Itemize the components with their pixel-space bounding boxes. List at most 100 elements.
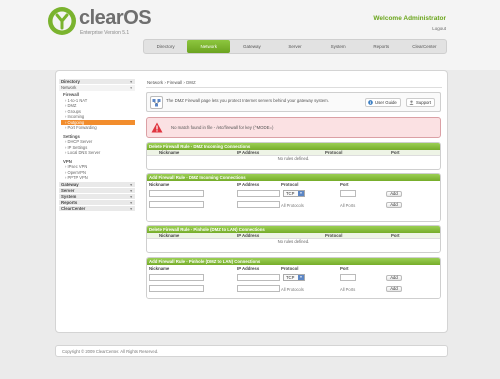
add-rule-button-2[interactable]: Add — [386, 202, 402, 208]
add-rule-button[interactable]: Add — [386, 191, 402, 197]
panel-add-incoming: Add Firewall Rule - DMZ Incoming Connect… — [146, 173, 441, 222]
sidebar-cat-label: System — [61, 193, 77, 199]
breadcrumb: Network › Firewall › DMZ — [147, 80, 196, 85]
panel-title: Delete Firewall Rule - DMZ Incoming Conn… — [147, 143, 440, 150]
footer: Copyright © 2009 ClearCenter. All Rights… — [55, 345, 448, 357]
ip-address-input[interactable] — [237, 190, 280, 197]
nickname-input-2[interactable] — [149, 285, 204, 292]
add-rule-form: Nickname IP Address All Protocols Protoc… — [147, 181, 440, 221]
label-ip: IP Address — [237, 266, 260, 271]
tab-network[interactable]: Network — [187, 40, 231, 53]
sidebar-item-label: IPsec VPN — [67, 164, 88, 169]
brand-name: clearOS — [79, 7, 152, 29]
col-nickname: Nickname — [159, 150, 180, 155]
ip-address-input-2[interactable] — [237, 201, 280, 208]
sidebar-item-pptp[interactable]: › PPTP VPN — [63, 175, 135, 181]
breadcrumb-firewall[interactable]: Firewall — [167, 80, 182, 85]
breadcrumb-separator: › — [164, 80, 166, 85]
divider — [146, 87, 442, 88]
sidebar-group-vpn: VPN › IPsec VPN › OpenVPN › PPTP VPN — [59, 159, 135, 181]
col-protocol: Protocol — [325, 150, 343, 155]
breadcrumb-network[interactable]: Network — [147, 80, 163, 85]
tab-reports[interactable]: Reports — [360, 40, 403, 53]
port-input[interactable] — [340, 274, 356, 281]
info-box: The DMZ Firewall page lets you protect I… — [146, 92, 441, 112]
col-port: Port — [391, 150, 400, 155]
tab-system[interactable]: System — [317, 40, 360, 53]
sidebar-item-label: DHCP Server — [67, 139, 93, 144]
nickname-input[interactable] — [149, 190, 204, 197]
protocol-select[interactable]: TCP ▼ — [283, 190, 305, 197]
welcome-text: Welcome Administrator — [373, 15, 446, 22]
tab-gateway[interactable]: Gateway — [230, 40, 273, 53]
sidebar-item-label: PPTP VPN — [67, 175, 88, 180]
sidebar-item-label: 1-to-1 NAT — [67, 97, 88, 103]
sidebar-cat-label: Directory — [61, 79, 80, 84]
all-protocols-text: All Protocols — [281, 287, 304, 292]
panel-title: Add Firewall Rule - Pinhole (DMZ to LAN)… — [147, 258, 440, 265]
top-navigation: Directory Network Gateway Server System … — [143, 39, 447, 54]
warning-icon — [151, 122, 163, 133]
chevron-down-icon: ▾ — [130, 86, 132, 90]
support-icon — [409, 100, 414, 105]
sidebar-item-label: Local DNS Server — [67, 150, 101, 155]
sidebar-cat-label: Reports — [61, 199, 78, 205]
sidebar-item-label: IP Settings — [67, 144, 88, 150]
nickname-input[interactable] — [149, 274, 204, 281]
tab-directory[interactable]: Directory — [144, 40, 187, 53]
ip-address-input-2[interactable] — [237, 285, 280, 292]
sidebar-sub-network[interactable]: Network ▾ — [59, 85, 135, 91]
all-ports-text: All Ports — [340, 287, 356, 292]
sidebar-categories: Gateway ▾ Server ▾ System ▾ Reports ▾ ClearC… — [59, 181, 135, 212]
table-header: Nickname IP Address Protocol Port — [147, 150, 440, 156]
sidebar-cat-clearcenter[interactable]: ClearCenter ▾ — [59, 205, 135, 212]
col-ip: IP Address — [237, 233, 260, 238]
all-ports-text: All Ports — [340, 203, 356, 208]
label-nickname: Nickname — [149, 266, 170, 271]
sidebar-sub-label: Network — [61, 85, 77, 90]
tab-server[interactable]: Server — [273, 40, 316, 53]
label-port: Port — [340, 182, 349, 187]
protocol-value: TCP — [286, 275, 295, 280]
sidebar-cat-label: Gateway — [61, 181, 79, 187]
brand-edition: Enterprise Version 5.1 — [80, 30, 130, 36]
label-port: Port — [340, 266, 349, 271]
sidebar-cat-label: Server — [61, 187, 75, 193]
chevron-down-icon: ▼ — [298, 275, 304, 280]
ip-address-input[interactable] — [237, 274, 280, 281]
add-rule-form: Nickname IP Address Protocol Port TCP ▼ … — [147, 265, 440, 298]
sidebar-item-local-dns[interactable]: › Local DNS Server — [63, 150, 135, 156]
add-rule-button[interactable]: Add — [386, 275, 402, 281]
empty-row: No rules defined. — [277, 156, 310, 161]
clearos-logo-icon — [48, 7, 76, 35]
copyright-text: Copyright © 2009 ClearCenter. All Rights… — [62, 349, 159, 354]
label-protocol-head: Protocol — [281, 182, 299, 187]
panel-title: Delete Firewall Rule - Pinhole (DMZ to L… — [147, 226, 440, 233]
warning-text: No match found in file - /etc/firewall f… — [171, 125, 274, 130]
port-input[interactable] — [340, 190, 356, 197]
sidebar-item-port-forwarding[interactable]: › Port Forwarding — [63, 125, 135, 131]
sidebar-item-label: Port Forwarding — [67, 125, 97, 130]
sidebar-group-firewall: Firewall › 1-to-1 NAT › DMZ › Groups › I… — [59, 92, 135, 131]
label-ip: IP Address — [237, 182, 260, 187]
info-icon — [368, 100, 373, 105]
warning-box: No match found in file - /etc/firewall f… — [146, 117, 441, 138]
col-protocol: Protocol — [325, 233, 343, 238]
label-protocol-head: Protocol — [281, 266, 299, 271]
support-button[interactable]: Support — [406, 98, 436, 107]
sidebar-item-label: Incoming — [67, 114, 85, 119]
chevron-down-icon: ▼ — [298, 191, 304, 196]
sidebar-item-label: Groups — [67, 108, 81, 114]
chevron-down-icon: ▾ — [130, 206, 132, 211]
header: clearOS Enterprise Version 5.1 Welcome A… — [0, 0, 500, 70]
add-rule-button-2[interactable]: Add — [386, 286, 402, 292]
panel-title: Add Firewall Rule - DMZ Incoming Connect… — [147, 174, 440, 181]
logout-link[interactable]: Logout — [432, 26, 446, 31]
tab-clearcenter[interactable]: ClearCenter — [403, 40, 446, 53]
all-protocols-text: All Protocols — [281, 203, 304, 208]
user-guide-button[interactable]: User Guide — [365, 98, 401, 107]
nickname-input-2[interactable] — [149, 201, 204, 208]
info-text: The DMZ Firewall page lets you protect I… — [166, 98, 329, 103]
protocol-select[interactable]: TCP ▼ — [283, 274, 305, 281]
breadcrumb-current: DMZ — [186, 80, 196, 85]
